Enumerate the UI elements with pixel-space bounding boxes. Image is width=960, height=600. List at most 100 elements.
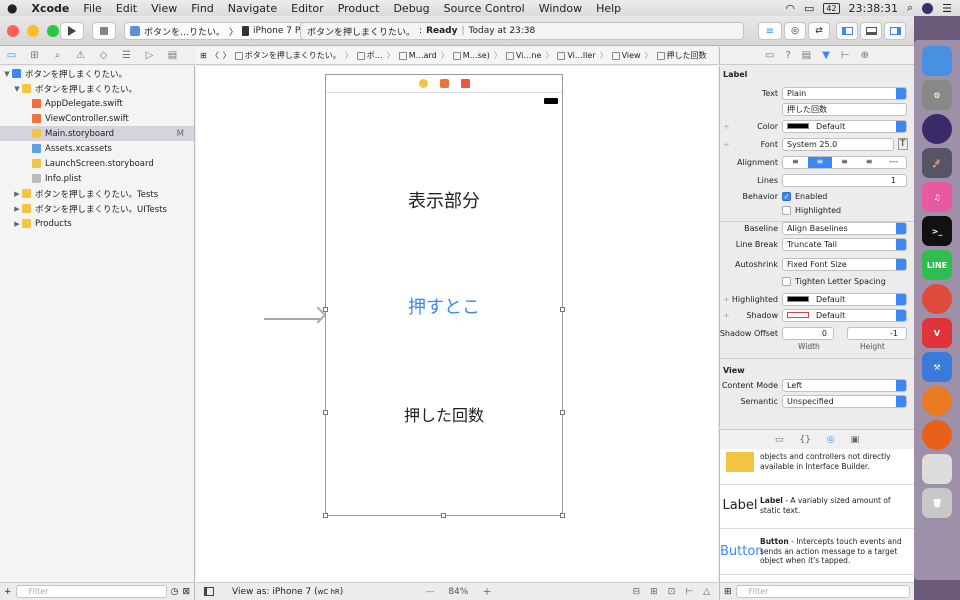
view-controller-icon[interactable] [418,79,428,88]
highlighted-color-popup[interactable]: Default [782,292,907,306]
add-file-icon[interactable]: + [4,587,12,597]
menu-view[interactable]: View [144,2,184,15]
display-label[interactable]: 表示部分 [326,187,562,213]
first-responder-icon[interactable] [439,79,449,88]
navigator-row[interactable]: Info.plist [0,171,194,186]
jump-bar-crumb[interactable]: 押した回数 [656,50,707,61]
exit-icon[interactable] [460,79,470,88]
jump-bar-crumb[interactable]: Vi…ller [557,50,596,61]
navigator-row[interactable]: LaunchScreen.storyboard [0,156,194,171]
menu-find[interactable]: Find [184,2,221,15]
resize-handle[interactable] [441,513,446,518]
navigator-row[interactable]: ▼ ボタンを押しまくりたい。 [0,81,194,96]
shadow-color-popup[interactable]: Default [782,308,907,322]
baseline-popup[interactable]: Align Baselines [782,222,907,235]
toggle-navigator-button[interactable] [836,22,858,40]
attributes-inspector-icon[interactable]: ▼ [822,50,830,61]
blender-icon[interactable] [922,386,952,416]
font-picker-icon[interactable]: T [898,138,908,150]
linebreak-popup[interactable]: Truncate Tail [782,237,907,251]
enabled-checkbox[interactable]: ✓ Enabled [782,191,827,201]
back-arrow-icon[interactable]: 〈 [211,50,219,61]
resize-handle[interactable] [323,307,328,312]
menu-source-control[interactable]: Source Control [437,2,532,15]
user-avatar[interactable] [922,2,934,14]
align-natural-icon[interactable]: --- [881,157,906,168]
file-inspector-icon[interactable]: ▭ [765,50,774,61]
text-content-field[interactable]: 押した回数 [782,102,907,116]
resize-handle[interactable] [323,513,328,518]
connections-inspector-icon[interactable]: ⊕ [861,50,869,61]
menu-app-name[interactable]: Xcode [24,2,76,15]
shadow-offset-height-field[interactable]: -1 [847,326,907,340]
add-variation-icon[interactable]: + [723,295,730,304]
spotlight-icon[interactable]: ⌕ [907,1,913,15]
count-label[interactable]: 押した回数 [326,402,562,426]
shadow-offset-width-field[interactable]: 0 [782,326,834,340]
document-outline-toggle-icon[interactable] [204,587,214,596]
itunes-icon[interactable]: ♫ [922,182,952,212]
font-field[interactable]: System 25.0 [782,137,894,151]
resolve-issues-icon[interactable]: △ [703,587,710,597]
firefox-icon[interactable] [922,420,952,450]
navigator-row[interactable]: ▶ Products [0,216,194,231]
jump-bar-crumb[interactable]: ボ… [356,50,383,61]
view-controller-scene[interactable]: 表示部分 押すとこ 押した回数 [323,74,565,518]
terminal-icon[interactable]: >_ [922,216,952,246]
line-icon[interactable]: LINE [922,250,952,280]
airplay-icon[interactable]: ▭ [804,2,814,15]
object-library-icon[interactable]: ◎ [827,435,835,445]
align-right-icon[interactable]: ≡ [832,157,857,168]
resize-handle[interactable] [560,410,565,415]
source-control-filter-icon[interactable]: ⊠ [182,587,190,597]
version-editor-button[interactable]: ⇄ [808,22,830,40]
menu-file[interactable]: File [76,2,108,15]
siri-icon[interactable] [922,114,952,144]
chrome-icon[interactable] [922,284,952,314]
highlighted-checkbox[interactable]: Highlighted [782,205,841,215]
jump-bar-crumb[interactable]: M…ard [398,50,437,61]
breakpoint-navigator-icon[interactable]: ▷ [138,50,161,61]
library-item[interactable]: objects and controllers not directly ava… [720,449,914,485]
color-popup[interactable]: Default [782,119,907,133]
identity-inspector-icon[interactable]: ▤ [802,50,811,61]
library-item[interactable]: Button Button - Intercepts touch events a… [720,529,914,575]
pin-icon[interactable]: ⊢ [685,587,693,597]
minimize-window-button[interactable] [27,24,39,37]
grid-view-icon[interactable]: ⊞ [724,587,732,597]
menubar-clock[interactable]: 23:38:31 [849,2,898,15]
zoom-out-button[interactable]: — [425,587,434,597]
resize-handle[interactable] [560,307,565,312]
navigator-row[interactable]: Assets.xcassets [0,141,194,156]
align-left-icon[interactable]: ≡ [783,157,808,168]
standard-editor-button[interactable]: ≡ [758,22,782,40]
issue-navigator-icon[interactable]: ⚠ [69,50,92,61]
find-navigator-icon[interactable]: ⌕ [46,50,69,61]
navigator-row[interactable]: Main.storyboard M [0,126,194,141]
apple-icon[interactable]: ● [0,1,24,15]
jump-bar-crumb[interactable]: Vi…ne [505,50,541,61]
library-item[interactable]: 1 2Segmented Control - Displays multiple… [720,573,914,582]
launchpad-icon[interactable]: 🚀 [922,148,952,178]
file-template-icon[interactable]: ▭ [775,435,784,445]
stack-view-icon[interactable]: ⊞ [650,587,658,597]
menu-help[interactable]: Help [589,2,628,15]
stop-button[interactable] [92,22,116,40]
toggle-debug-button[interactable] [860,22,882,40]
press-button[interactable]: 押すとこ [326,293,562,319]
vivaldi-icon[interactable]: V [922,318,952,348]
quick-help-icon[interactable]: ? [785,50,790,61]
navigator-row[interactable]: AppDelegate.swift [0,96,194,111]
assistant-editor-button[interactable]: ◎ [784,22,806,40]
navigator-row[interactable]: ▶ ボタンを押しまくりたい。UITests [0,201,194,216]
add-variation-icon[interactable]: + [723,122,730,131]
menu-window[interactable]: Window [532,2,589,15]
project-navigator-icon[interactable]: ▭ [0,50,23,61]
code-snippet-icon[interactable]: {} [799,435,810,445]
navigator-row[interactable]: ▶ ボタンを押しまくりたい。Tests [0,186,194,201]
add-variation-icon[interactable]: + [723,140,730,149]
wifi-icon[interactable]: ◠ [785,2,795,15]
menu-edit[interactable]: Edit [109,2,144,15]
library-filter-input[interactable]: Filter [735,585,910,598]
semantic-popup[interactable]: Unspecified [782,394,907,408]
